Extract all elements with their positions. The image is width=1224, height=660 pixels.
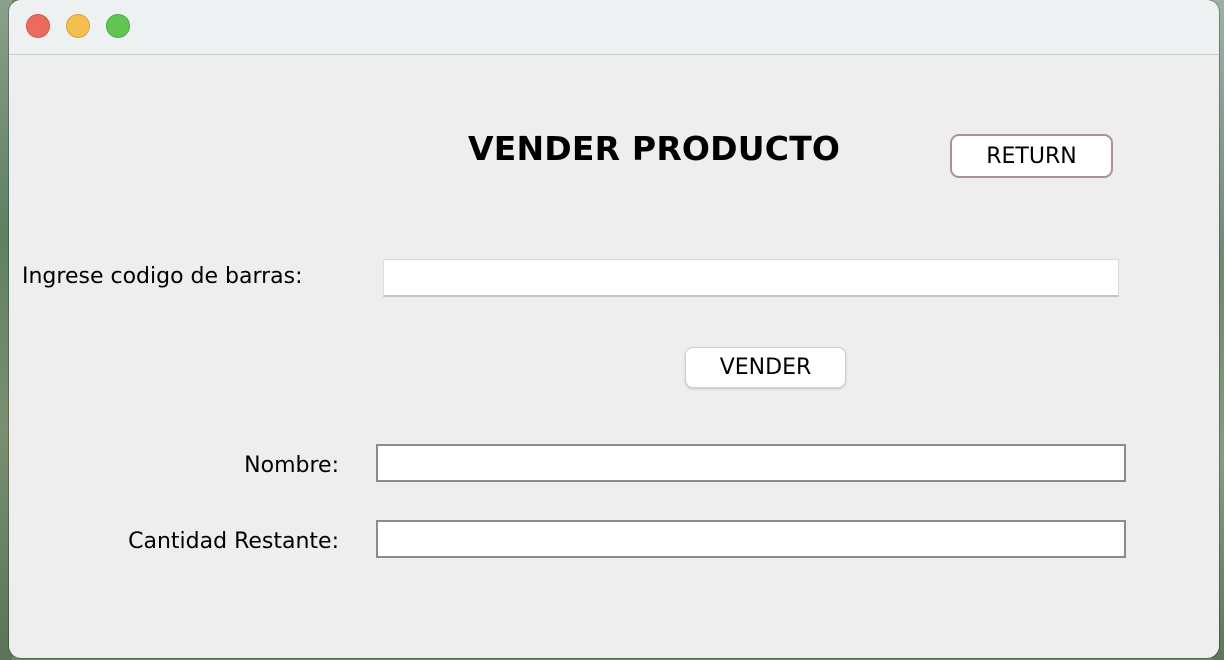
maximize-window-icon[interactable] (106, 14, 130, 38)
remaining-quantity-label: Cantidad Restante: (128, 529, 339, 554)
nombre-label: Nombre: (244, 453, 339, 478)
app-window: VENDER PRODUCTO RETURN Ingrese codigo de… (9, 0, 1219, 658)
page-title: VENDER PRODUCTO (468, 129, 841, 168)
minimize-window-icon[interactable] (66, 14, 90, 38)
title-bar[interactable] (9, 0, 1219, 55)
sell-button[interactable]: VENDER (685, 347, 846, 388)
remaining-quantity-field[interactable] (376, 520, 1126, 558)
barcode-input[interactable] (383, 259, 1119, 297)
barcode-label: Ingrese codigo de barras: (22, 264, 303, 289)
nombre-field[interactable] (376, 444, 1126, 482)
sell-product-panel: VENDER PRODUCTO RETURN Ingrese codigo de… (9, 55, 1219, 658)
close-window-icon[interactable] (26, 14, 50, 38)
return-button[interactable]: RETURN (950, 134, 1113, 178)
